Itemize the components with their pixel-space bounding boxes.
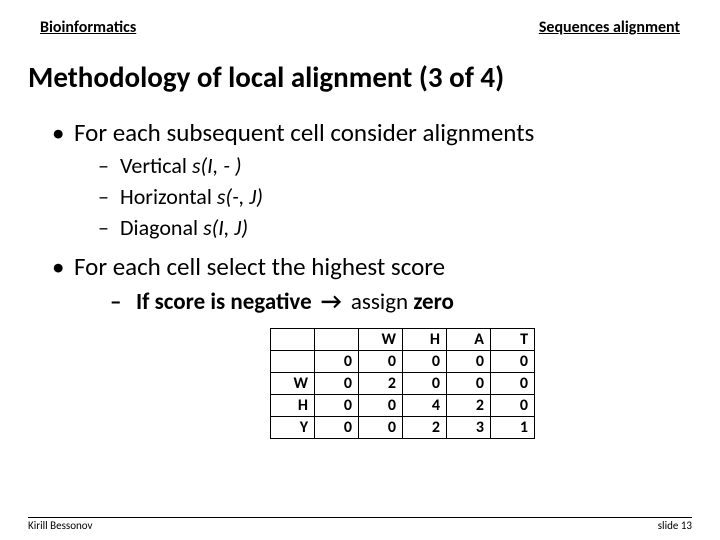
row-header: Y (271, 417, 315, 439)
cell: 0 (359, 351, 403, 373)
subbullet-negative-zero: – If score is negative → assign zero (20, 284, 700, 318)
bullet-consider-alignments: • For each subsequent cell consider alig… (20, 109, 700, 150)
bullet-dash-icon: – (98, 183, 120, 210)
label: Diagonal (120, 214, 203, 241)
cell: 0 (315, 395, 359, 417)
col-header (271, 329, 315, 351)
formula: s(I, - ) (192, 152, 242, 179)
header-right: Sequences alignment (539, 18, 680, 37)
table-row: W 0 2 0 0 0 (271, 373, 535, 395)
cell: 4 (403, 395, 447, 417)
subbullet-horizontal: – Horizontal s(-, J) (20, 181, 700, 212)
col-header: A (447, 329, 491, 351)
cell: 2 (403, 417, 447, 439)
cell: 3 (447, 417, 491, 439)
col-header: T (491, 329, 535, 351)
row-header: W (271, 373, 315, 395)
col-header: W (359, 329, 403, 351)
table-row: Y 0 0 2 3 1 (271, 417, 535, 439)
score-matrix: W H A T 0 0 0 0 0 W 0 2 0 0 0 (20, 318, 700, 439)
row-header: H (271, 395, 315, 417)
footer-author: Kirill Bessonov (28, 519, 93, 532)
cell: 0 (491, 351, 535, 373)
cell: 0 (403, 351, 447, 373)
col-header (315, 329, 359, 351)
cell: 0 (447, 373, 491, 395)
formula: s(-, J) (217, 183, 263, 210)
cell: 0 (359, 417, 403, 439)
col-header: H (403, 329, 447, 351)
cell: 0 (491, 373, 535, 395)
slide-title: Methodology of local alignment (3 of 4) (0, 41, 720, 105)
rule-part-b: assign (346, 288, 414, 316)
rule-zero: zero (413, 288, 454, 316)
header-left: Bioinformatics (40, 18, 136, 37)
label: Vertical (120, 152, 192, 179)
table-row: 0 0 0 0 0 (271, 351, 535, 373)
subbullet-text: Horizontal s(-, J) (120, 183, 263, 210)
slide-footer: Kirill Bessonov slide 13 (0, 519, 720, 532)
cell: 1 (491, 417, 535, 439)
cell: 0 (447, 351, 491, 373)
row-header (271, 351, 315, 373)
slide-body: • For each subsequent cell consider alig… (0, 105, 720, 439)
formula: s(I, J) (203, 214, 248, 241)
slide-header: Bioinformatics Sequences alignment (0, 0, 720, 41)
subbullet-vertical: – Vertical s(I, - ) (20, 150, 700, 181)
subbullet-text: Vertical s(I, - ) (120, 152, 242, 179)
arrow-right-icon: → (317, 288, 346, 316)
bullet-text: For each subsequent cell consider alignm… (74, 117, 534, 148)
subbullet-text: Diagonal s(I, J) (120, 214, 248, 241)
table-header-row: W H A T (271, 329, 535, 351)
cell: 0 (403, 373, 447, 395)
subbullet-diagonal: – Diagonal s(I, J) (20, 212, 700, 243)
rule-part-a: If score is negative (136, 288, 317, 316)
bullet-dash-icon: – (98, 152, 120, 179)
cell: 0 (315, 373, 359, 395)
score-table: W H A T 0 0 0 0 0 W 0 2 0 0 0 (270, 328, 535, 439)
bullet-select-highest: • For each cell select the highest score (20, 243, 700, 284)
cell: 2 (359, 373, 403, 395)
cell: 2 (447, 395, 491, 417)
bullet-text: For each cell select the highest score (74, 251, 445, 282)
cell: 0 (315, 351, 359, 373)
footer-divider (28, 517, 692, 518)
bullet-dash-icon: – (110, 288, 136, 316)
bullet-dot-icon: • (52, 117, 74, 148)
bullet-dash-icon: – (98, 214, 120, 241)
cell: 0 (491, 395, 535, 417)
table-row: H 0 0 4 2 0 (271, 395, 535, 417)
cell: 0 (315, 417, 359, 439)
cell: 0 (359, 395, 403, 417)
bullet-dot-icon: • (52, 251, 74, 282)
label: Horizontal (120, 183, 217, 210)
subbullet-text: If score is negative → assign zero (136, 288, 454, 316)
footer-slide-number: slide 13 (658, 519, 692, 532)
